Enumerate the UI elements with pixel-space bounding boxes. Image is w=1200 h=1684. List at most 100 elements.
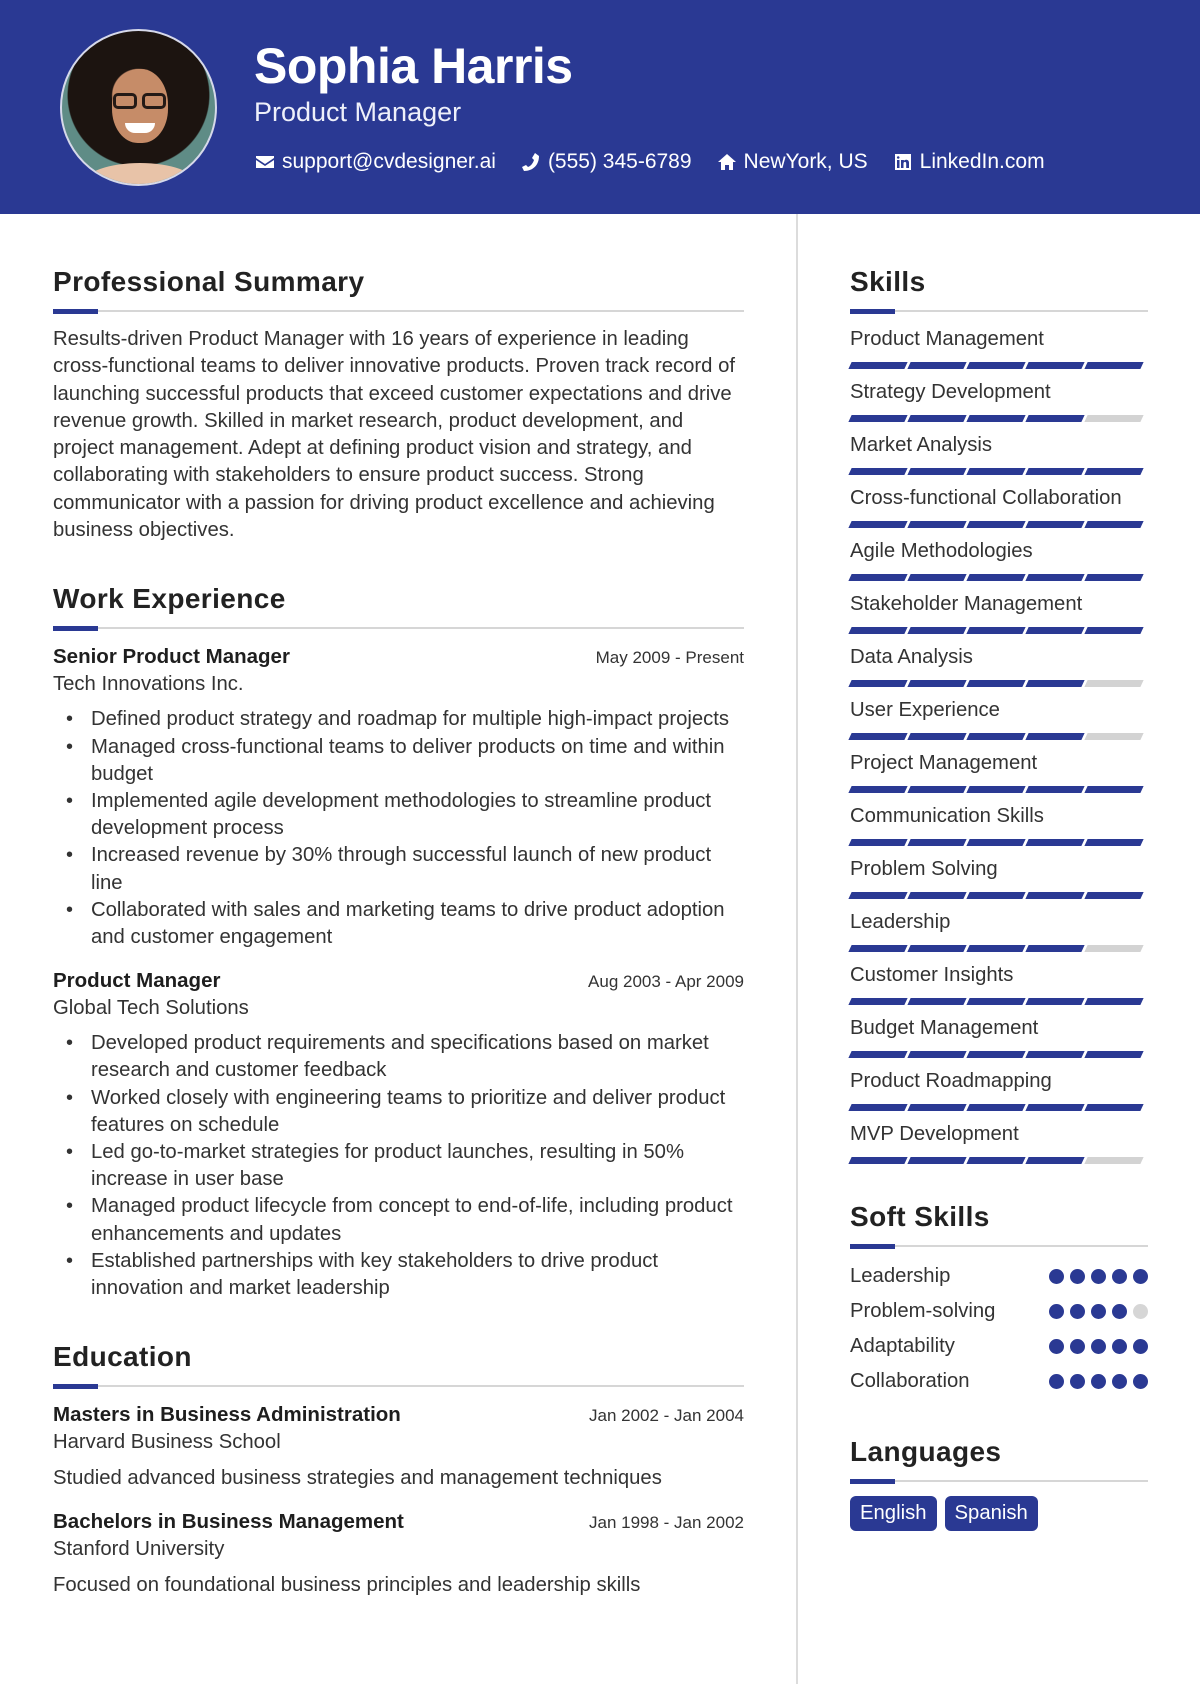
soft-skills-list: Leadership Problem-solving Adaptability Col… — [850, 1259, 1148, 1399]
skill-level-bar — [848, 733, 1148, 740]
skill-item: Leadership — [848, 909, 1148, 952]
skill-level-bar — [848, 574, 1148, 581]
skill-name: Cross-functional Collaboration — [850, 487, 1122, 509]
skill-segment-filled — [907, 627, 967, 634]
skill-segment-empty — [1084, 415, 1144, 422]
skill-segment-filled — [848, 733, 908, 740]
skill-name: Stakeholder Management — [850, 593, 1083, 615]
skill-segment-filled — [1025, 998, 1085, 1005]
job-bullet: Worked closely with engineering teams to… — [53, 1085, 744, 1139]
skill-name: Data Analysis — [850, 646, 973, 668]
skill-segment-filled — [1025, 415, 1085, 422]
skill-name: Problem Solving — [850, 858, 998, 880]
job-bullet: Collaborated with sales and marketing te… — [53, 897, 744, 951]
experience-section: Work Experience Senior Product Manager M… — [53, 582, 744, 1302]
soft-skills-section: Soft Skills Leadership Problem-solving Ada… — [850, 1200, 1148, 1399]
skill-segment-filled — [907, 998, 967, 1005]
contact-location: NewYork, US — [716, 148, 868, 176]
skill-name: Budget Management — [850, 1017, 1039, 1039]
skill-segment-filled — [1084, 574, 1144, 581]
skill-segment-filled — [848, 521, 908, 528]
skill-level-bar — [848, 786, 1148, 793]
skill-segment-filled — [1084, 1051, 1144, 1058]
skill-segment-filled — [1025, 733, 1085, 740]
summary-text: Results-driven Product Manager with 16 y… — [53, 328, 735, 542]
skill-item: Agile Methodologies — [848, 538, 1148, 581]
skill-segment-filled — [848, 839, 908, 846]
skill-name: Market Analysis — [850, 434, 993, 456]
rating-dot-filled — [1049, 1304, 1064, 1319]
skill-segment-filled — [848, 1104, 908, 1111]
skill-item: Project Management — [848, 750, 1148, 793]
skill-segment-empty — [1084, 733, 1144, 740]
section-title: Work Experience — [53, 583, 286, 615]
skill-segment-filled — [1025, 1157, 1085, 1164]
job-bullets: Defined product strategy and roadmap for… — [53, 706, 744, 951]
profile-photo — [60, 29, 217, 186]
contact-location-text: NewYork, US — [743, 150, 868, 173]
rating-dot-filled — [1049, 1339, 1064, 1354]
rating-dot-filled — [1091, 1339, 1106, 1354]
skill-segment-filled — [848, 468, 908, 475]
soft-skill-rating — [1043, 1339, 1148, 1354]
skill-segment-filled — [907, 468, 967, 475]
skill-segment-filled — [1025, 1051, 1085, 1058]
phone-icon — [520, 151, 542, 173]
skill-segment-filled — [966, 415, 1026, 422]
soft-skill-rating — [1043, 1269, 1148, 1284]
language-tag: Spanish — [944, 1496, 1038, 1531]
rating-dot-filled — [1133, 1339, 1148, 1354]
skill-name: Project Management — [850, 752, 1038, 774]
contact-email-text: support@cvdesigner.ai — [282, 150, 496, 173]
rating-dot-filled — [1112, 1304, 1127, 1319]
envelope-icon — [254, 151, 276, 173]
linkedin-icon — [892, 151, 914, 173]
skill-item: Problem Solving — [848, 856, 1148, 899]
skill-segment-filled — [907, 574, 967, 581]
skill-segment-filled — [907, 733, 967, 740]
education-description: Studied advanced business strategies and… — [53, 1467, 662, 1490]
skill-segment-filled — [848, 1051, 908, 1058]
rating-dot-filled — [1070, 1304, 1085, 1319]
skill-segment-filled — [966, 362, 1026, 369]
skill-item: Budget Management — [848, 1015, 1148, 1058]
job-bullet: Defined product strategy and roadmap for… — [53, 706, 744, 733]
skill-segment-filled — [848, 680, 908, 687]
skill-segment-filled — [966, 786, 1026, 793]
candidate-title: Product Manager — [254, 97, 462, 127]
skill-segment-filled — [966, 945, 1026, 952]
contact-email[interactable]: support@cvdesigner.ai — [254, 148, 496, 176]
rating-dot-filled — [1112, 1339, 1127, 1354]
skill-level-bar — [848, 1157, 1148, 1164]
job-role: Senior Product Manager — [53, 645, 290, 669]
school-name: Stanford University — [53, 1538, 225, 1561]
skill-segment-filled — [966, 1104, 1026, 1111]
section-rule-accent — [850, 309, 895, 314]
job-entry: Senior Product Manager May 2009 - Presen… — [53, 643, 744, 951]
skill-segment-filled — [907, 415, 967, 422]
section-rule-accent — [53, 626, 98, 632]
job-bullet: Managed cross-functional teams to delive… — [53, 734, 744, 788]
job-company: Global Tech Solutions — [53, 997, 249, 1020]
contact-phone[interactable]: (555) 345-6789 — [520, 148, 692, 176]
job-company: Tech Innovations Inc. — [53, 673, 244, 696]
skill-level-bar — [848, 839, 1148, 846]
skill-level-bar — [848, 627, 1148, 634]
soft-skill-item: Collaboration — [850, 1364, 1148, 1399]
soft-skill-name: Adaptability — [850, 1335, 955, 1357]
section-rule — [53, 1384, 744, 1390]
skills-section: Skills Product Management Strategy Develo… — [848, 265, 1148, 1164]
skill-segment-filled — [1084, 521, 1144, 528]
photo-glasses-left — [113, 93, 137, 109]
rating-dot-filled — [1133, 1269, 1148, 1284]
job-bullet: Developed product requirements and speci… — [53, 1030, 744, 1084]
rating-dot-filled — [1091, 1269, 1106, 1284]
contact-linkedin[interactable]: LinkedIn.com — [892, 148, 1045, 176]
skill-segment-filled — [1025, 680, 1085, 687]
skill-segment-filled — [966, 680, 1026, 687]
skill-segment-filled — [907, 521, 967, 528]
education-dates: Jan 1998 - Jan 2002 — [588, 1513, 744, 1533]
section-rule-accent — [850, 1244, 895, 1249]
summary-section: Professional Summary Results-driven Prod… — [53, 265, 744, 544]
skill-segment-empty — [1084, 945, 1144, 952]
